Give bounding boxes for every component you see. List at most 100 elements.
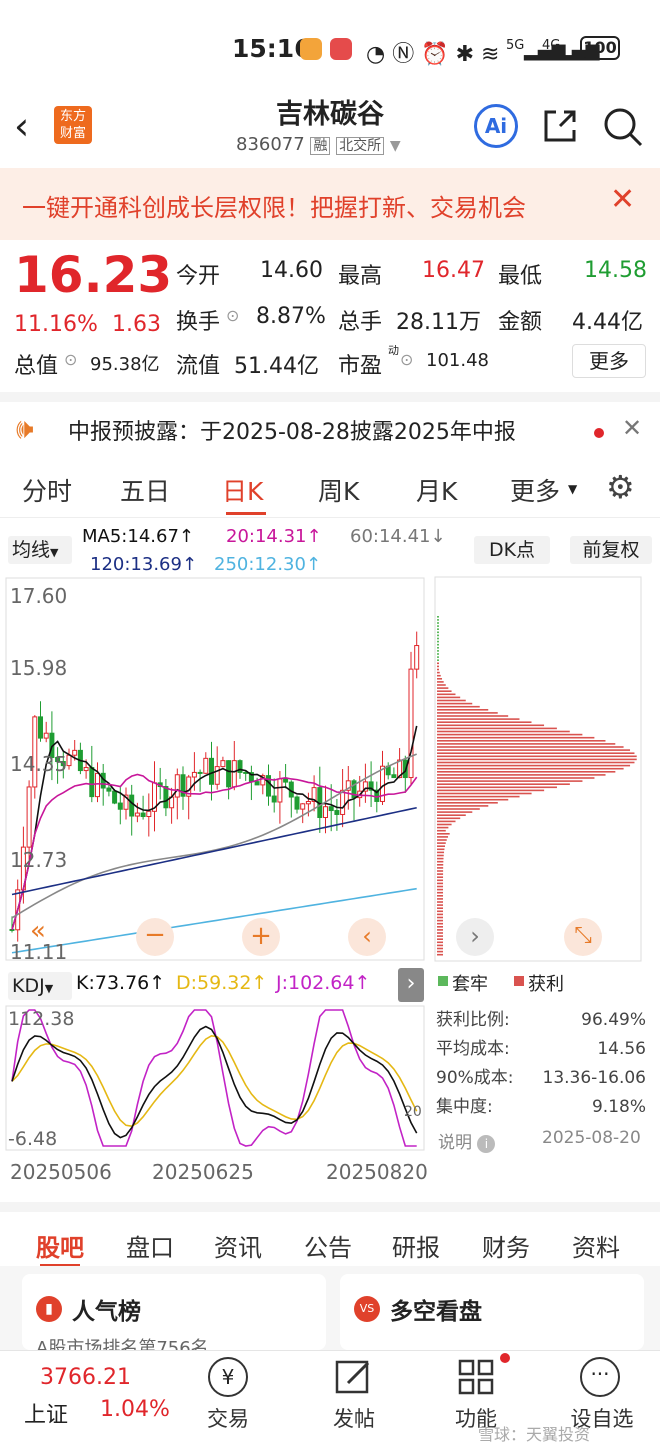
candle bbox=[254, 781, 260, 786]
chip-bar bbox=[437, 752, 635, 754]
chip-next-icon[interactable]: › bbox=[456, 918, 494, 956]
scroll-left-icon[interactable]: « bbox=[30, 916, 46, 946]
tab-news[interactable]: 资讯 bbox=[214, 1228, 262, 1263]
info-icon-2[interactable]: ⊙ bbox=[64, 350, 77, 369]
net-5g: 5G bbox=[506, 38, 525, 53]
chip-bar bbox=[437, 764, 631, 767]
chip-bar bbox=[437, 743, 616, 745]
tab-monthly-k[interactable]: 月K bbox=[416, 472, 457, 508]
float-value: 51.44亿 bbox=[234, 354, 319, 379]
vs-icon: VS bbox=[354, 1296, 380, 1322]
stock-code-line[interactable]: 836077 融 北交所 ▼ bbox=[236, 134, 401, 155]
adjust-button[interactable]: 前复权 bbox=[570, 536, 652, 564]
dk-button[interactable]: DK点 bbox=[474, 536, 550, 564]
tab-announce[interactable]: 公告 bbox=[304, 1228, 352, 1263]
ma-selector[interactable]: 均线▼ bbox=[8, 536, 72, 564]
tab-more[interactable]: 更多 bbox=[510, 472, 560, 508]
candle bbox=[300, 803, 306, 810]
close-notice-icon[interactable]: ✕ bbox=[622, 414, 642, 442]
chip-bar bbox=[437, 740, 606, 742]
tab-five-day[interactable]: 五日 bbox=[120, 472, 170, 508]
collapse-icon[interactable]: › bbox=[398, 968, 424, 1002]
chip-bar bbox=[437, 640, 439, 643]
tab-intraday[interactable]: 分时 bbox=[22, 472, 72, 508]
period-tabs: 分时 五日 日K 周K 月K 更多 ▼ ⚙ bbox=[0, 460, 660, 518]
expand-icon[interactable]: ⤡ bbox=[564, 918, 602, 956]
candle bbox=[203, 757, 209, 774]
battery-icon: 100 bbox=[580, 36, 620, 60]
chip-bar bbox=[437, 699, 466, 702]
gear-icon[interactable]: ⚙ bbox=[606, 468, 635, 506]
promo-banner[interactable]: 一键开通科创成长层权限！把握打新、交易机会 ✕ bbox=[0, 168, 660, 240]
explain-link[interactable]: 说明 i bbox=[438, 1128, 496, 1153]
margin-tag: 融 bbox=[310, 137, 331, 155]
y-tick-1: 17.60 bbox=[10, 584, 68, 608]
search-icon[interactable] bbox=[602, 106, 644, 148]
chip-bar bbox=[437, 901, 444, 903]
chip-bar bbox=[437, 712, 498, 714]
trade-icon[interactable]: ¥ bbox=[208, 1357, 248, 1397]
grid-icon[interactable] bbox=[456, 1357, 496, 1397]
tab-orderbook[interactable]: 盘口 bbox=[126, 1228, 174, 1263]
chip-bar bbox=[437, 659, 439, 661]
trade-button[interactable]: 交易 bbox=[190, 1403, 266, 1433]
ma120-text: 120:13.69↑ bbox=[90, 554, 198, 575]
candle bbox=[106, 787, 112, 792]
close-icon[interactable]: ✕ bbox=[610, 182, 635, 217]
candle bbox=[209, 757, 214, 785]
more-button[interactable]: 更多 bbox=[572, 344, 646, 378]
post-button[interactable]: 发帖 bbox=[316, 1403, 392, 1433]
zoom-in-icon[interactable]: + bbox=[242, 918, 280, 956]
share-icon[interactable] bbox=[540, 106, 580, 146]
status-icons: ◔ Ⓝ ⏰ ✱ ≋ bbox=[366, 42, 500, 67]
ai-button[interactable]: Ai bbox=[474, 104, 518, 148]
candle bbox=[163, 786, 169, 809]
chip-bar bbox=[437, 833, 450, 835]
pe-sup: 动 bbox=[388, 344, 399, 357]
candle bbox=[305, 800, 311, 805]
candle bbox=[226, 760, 232, 788]
kdj-selector[interactable]: KDJ▼ bbox=[8, 972, 72, 1000]
stock-code: 836077 bbox=[236, 134, 305, 155]
legend-trap-swatch bbox=[438, 976, 448, 986]
tab-weekly-k[interactable]: 周K bbox=[318, 472, 359, 508]
tab-forum[interactable]: 股吧 bbox=[36, 1228, 84, 1263]
more-dots-icon[interactable]: ··· bbox=[580, 1357, 620, 1397]
info-icon[interactable]: ⊙ bbox=[226, 306, 239, 325]
chip-bar bbox=[437, 647, 439, 649]
candle bbox=[271, 795, 277, 803]
index-value[interactable]: 3766.21 bbox=[40, 1365, 131, 1390]
notice-bar[interactable]: 🕪 中报预披露：于2025-08-28披露2025年中报 ✕ bbox=[0, 392, 660, 454]
kdj-label: KDJ bbox=[12, 975, 45, 997]
chip-bar bbox=[437, 895, 444, 897]
tab-profile[interactable]: 资料 bbox=[572, 1228, 620, 1263]
candle bbox=[277, 778, 283, 803]
info-icon-3[interactable]: ⊙ bbox=[400, 350, 413, 369]
watermark: 雪球：天翼投资 bbox=[478, 1425, 591, 1444]
chip-bar bbox=[437, 767, 624, 770]
tab-research[interactable]: 研报 bbox=[392, 1228, 440, 1263]
exchange-tag: 北交所 bbox=[336, 137, 385, 155]
post-icon[interactable] bbox=[334, 1357, 374, 1397]
quote-panel: 16.23 11.16% 1.63 今开 14.60 最高 16.47 最低 1… bbox=[0, 240, 660, 380]
bull-bear-card[interactable]: VS 多空看盘 bbox=[340, 1274, 644, 1350]
popularity-card[interactable]: ▮ 人气榜 A股市场排名第756名 bbox=[22, 1274, 326, 1359]
tab-daily-k[interactable]: 日K bbox=[222, 472, 263, 508]
popularity-title: 人气榜 bbox=[72, 1299, 141, 1325]
ma20-text: 20:14.31↑ bbox=[226, 526, 322, 547]
chip-row: 获利比例: 96.49% bbox=[436, 1010, 646, 1030]
chip-bar bbox=[437, 746, 624, 748]
kdj-k: K:73.76↑ bbox=[76, 972, 166, 994]
chip-bar bbox=[437, 619, 439, 621]
chip-bar bbox=[437, 631, 439, 634]
zoom-out-icon[interactable]: − bbox=[136, 918, 174, 956]
tab-finance[interactable]: 财务 bbox=[482, 1228, 530, 1263]
candle bbox=[408, 668, 414, 779]
chip-bar bbox=[437, 879, 444, 882]
step-left-icon[interactable]: ‹ bbox=[348, 918, 386, 956]
high-label: 最高 bbox=[338, 264, 383, 289]
chip-bar bbox=[437, 805, 489, 807]
kdj-k-line bbox=[11, 1025, 418, 1139]
chip-bar bbox=[437, 836, 449, 838]
chip-bar bbox=[437, 771, 616, 773]
